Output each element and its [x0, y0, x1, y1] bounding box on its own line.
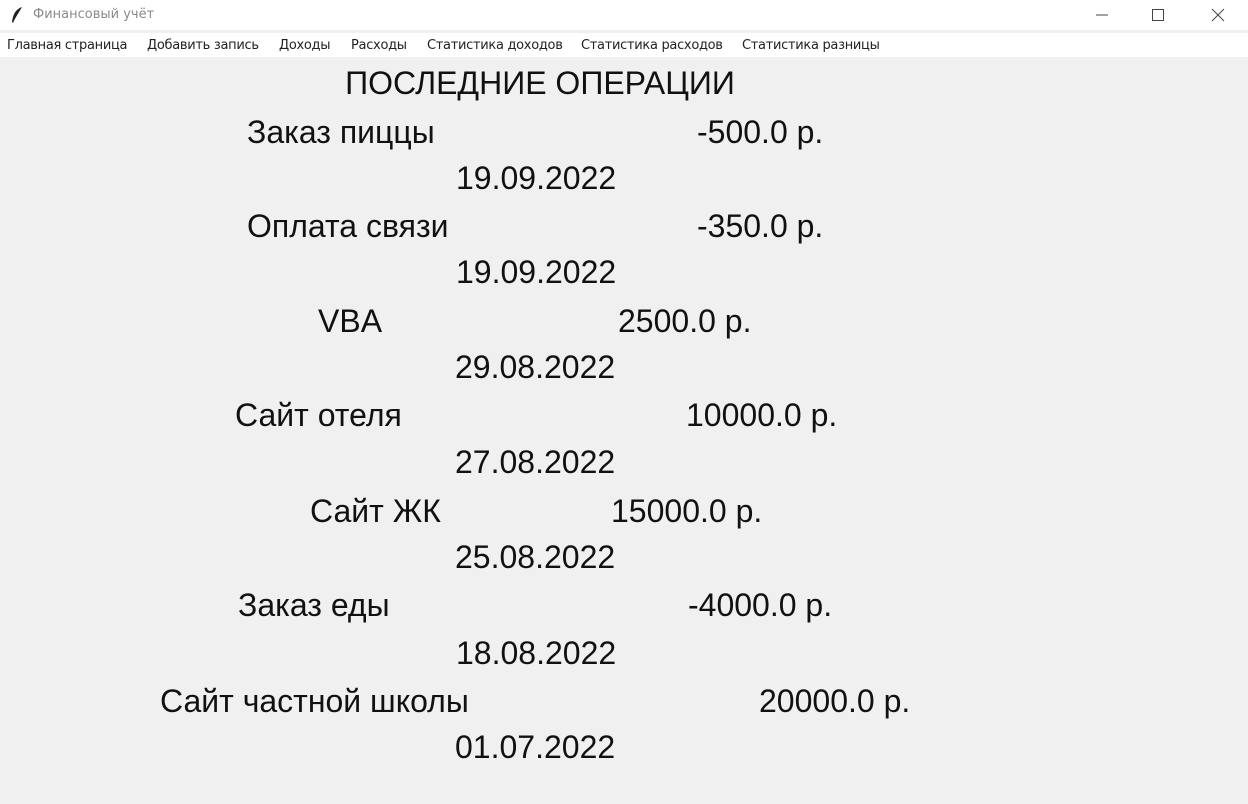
minimize-icon [1096, 14, 1108, 16]
maximize-icon [1152, 9, 1164, 21]
operation-amount: -500.0 р. [697, 114, 824, 150]
operation-date: 27.08.2022 [455, 444, 616, 480]
menu-item-income-stats[interactable]: Статистика доходов [427, 38, 563, 53]
operation-name: Оплата связи [247, 208, 449, 244]
operation-date: 01.07.2022 [455, 729, 616, 765]
close-button[interactable] [1190, 0, 1246, 30]
main-content: ПОСЛЕДНИЕ ОПЕРАЦИИ Заказ пиццы -500.0 р.… [0, 57, 1248, 804]
menu-item-expense-stats[interactable]: Статистика расходов [581, 38, 723, 53]
maximize-button[interactable] [1130, 0, 1186, 30]
menu-item-add-record[interactable]: Добавить запись [147, 38, 259, 53]
operation-name: Заказ еды [238, 587, 390, 623]
menu-bar: Главная страница Добавить запись Доходы … [0, 33, 1248, 57]
operation-date: 25.08.2022 [455, 539, 616, 575]
operation-amount: 2500.0 р. [618, 303, 752, 339]
window-title: Финансовый учёт [33, 7, 155, 22]
menu-item-difference-stats[interactable]: Статистика разницы [742, 38, 880, 53]
minimize-button[interactable] [1074, 0, 1130, 30]
operation-amount: 15000.0 р. [611, 493, 763, 529]
operation-name: Сайт отеля [235, 397, 402, 433]
operation-name: VBA [318, 303, 383, 339]
operation-date: 19.09.2022 [456, 160, 617, 196]
operation-amount: 20000.0 р. [759, 683, 911, 719]
title-bar: Финансовый учёт [0, 0, 1248, 30]
close-icon [1211, 8, 1225, 22]
operation-name: Заказ пиццы [247, 114, 435, 150]
operation-date: 29.08.2022 [455, 349, 616, 385]
operation-amount: -350.0 р. [697, 208, 824, 244]
menu-item-expenses[interactable]: Расходы [351, 38, 407, 53]
page-title: ПОСЛЕДНИЕ ОПЕРАЦИИ [345, 65, 735, 101]
operation-date: 18.08.2022 [456, 635, 617, 671]
operation-date: 19.09.2022 [456, 254, 617, 290]
operation-name: Сайт ЖК [310, 493, 441, 529]
menu-item-home[interactable]: Главная страница [7, 38, 127, 53]
operation-amount: 10000.0 р. [686, 397, 838, 433]
menu-item-income[interactable]: Доходы [279, 38, 331, 53]
operation-amount: -4000.0 р. [688, 587, 833, 623]
feather-icon [12, 7, 22, 23]
operation-name: Сайт частной школы [160, 683, 469, 719]
